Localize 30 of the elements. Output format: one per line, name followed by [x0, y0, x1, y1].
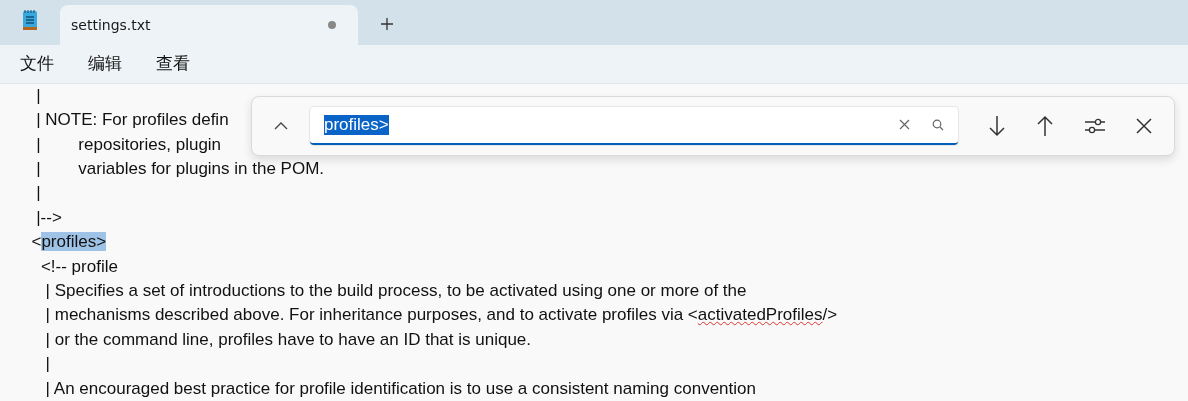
find-field[interactable]: profiles> [310, 106, 958, 145]
code-text: < [30, 232, 42, 252]
chevron-up-icon[interactable] [273, 120, 289, 131]
menu-item[interactable]: 查看 [156, 52, 190, 76]
highlighted-text: profiles> [41, 232, 107, 252]
code-text: | [35, 183, 41, 203]
code-text: | variables for plugins in the POM. [35, 159, 325, 179]
close-icon[interactable] [1136, 117, 1152, 134]
menu-item[interactable]: 编辑 [88, 52, 122, 76]
file-tab[interactable]: settings.txt [60, 4, 358, 45]
code-text: | An encouraged best practice for profile identification is to use a consistent naming convention [44, 378, 756, 398]
code-text: | NOTE: For profiles defin [35, 110, 229, 130]
notepad-icon [22, 8, 38, 31]
code-text: | Specifies a set of introductions to the build process, to be activated using one or more of the [44, 281, 747, 301]
code-text: /> [822, 305, 838, 325]
misspelled-text: activatedProfiles [697, 305, 823, 325]
arrow-up-icon[interactable] [1036, 114, 1054, 137]
code-text: | or the command line, profiles have to have an ID that is unique. [44, 329, 532, 349]
code-text: | [44, 354, 51, 374]
code-text: <!-- profile [39, 256, 118, 276]
code-text: |--> [35, 207, 62, 227]
arrow-down-icon[interactable] [988, 114, 1006, 137]
menu-item[interactable]: 文件 [20, 52, 54, 76]
code-text: | repositories, plugin [35, 134, 222, 154]
search-icon[interactable] [932, 118, 944, 131]
code-text: | [35, 85, 41, 105]
code-text: | mechanisms described above. For inheritance purposes, and to activate profiles via < [44, 305, 698, 325]
settings-icon[interactable] [1084, 116, 1106, 135]
plus-icon[interactable] [380, 16, 394, 31]
clear-icon[interactable] [899, 119, 910, 131]
